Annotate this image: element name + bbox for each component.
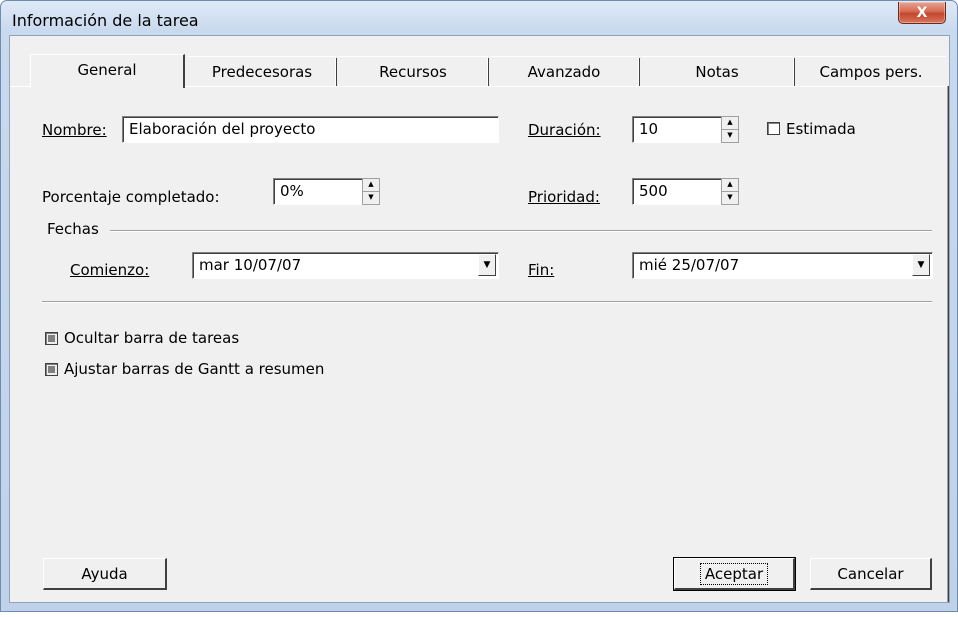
tab-label: General (77, 61, 137, 79)
dialog-window: Información de la tarea X General Predec… (0, 0, 958, 612)
duracion-label: Duración: (528, 121, 601, 139)
aceptar-button[interactable]: Aceptar (673, 557, 796, 591)
spin-down-icon[interactable]: ▼ (722, 192, 738, 205)
spin-up-icon[interactable]: ▲ (722, 117, 738, 130)
tab-label: Avanzado (527, 63, 601, 81)
section-divider (42, 301, 932, 303)
window-title: Información de la tarea (12, 11, 199, 30)
comienzo-label: Comienzo: (70, 261, 150, 279)
chevron-down-icon[interactable]: ▼ (912, 254, 930, 276)
panel-edge (947, 86, 949, 602)
close-icon: X (916, 4, 928, 21)
fechas-group-label: Fechas (47, 220, 99, 238)
duracion-input[interactable]: 10 (632, 116, 722, 143)
tab-label: Predecesoras (211, 63, 313, 81)
estimada-label: Estimada (786, 120, 856, 138)
fin-select[interactable]: mié 25/07/07 (632, 252, 933, 279)
nombre-input[interactable]: Elaboración del proyecto (122, 116, 499, 143)
ajustar-checkbox[interactable] (45, 363, 58, 376)
tab-recursos[interactable]: Recursos (338, 56, 488, 86)
tab-label: Recursos (379, 63, 447, 81)
prioridad-label: Prioridad: (528, 188, 600, 206)
spin-up-icon[interactable]: ▲ (722, 179, 738, 192)
porcentaje-spinner[interactable]: ▲ ▼ (362, 178, 380, 205)
aceptar-label: Aceptar (699, 563, 769, 585)
duracion-spinner[interactable]: ▲ ▼ (721, 116, 739, 143)
title-bar: Información de la tarea X (1, 1, 957, 35)
porcentaje-label: Porcentaje completado: (42, 188, 220, 206)
fin-label: Fin: (528, 261, 555, 279)
close-button[interactable]: X (898, 2, 946, 24)
dialog-client: General Predecesoras Recursos Avanzado N… (9, 35, 950, 603)
chevron-down-icon[interactable]: ▼ (478, 254, 496, 276)
tab-label: Campos pers. (819, 63, 923, 81)
tab-general[interactable]: General (30, 54, 185, 88)
prioridad-input[interactable]: 500 (632, 178, 722, 205)
tab-separator (487, 58, 489, 86)
ocultar-label: Ocultar barra de tareas (64, 329, 240, 347)
ajustar-label: Ajustar barras de Gantt a resumen (64, 360, 325, 378)
spin-down-icon[interactable]: ▼ (722, 130, 738, 143)
tab-label: Notas (695, 63, 739, 81)
prioridad-spinner[interactable]: ▲ ▼ (721, 178, 739, 205)
ocultar-checkbox[interactable] (45, 332, 58, 345)
comienzo-select[interactable]: mar 10/07/07 (192, 252, 499, 279)
tab-separator (638, 58, 640, 86)
tab-predecesoras[interactable]: Predecesoras (188, 56, 336, 86)
cancelar-button[interactable]: Cancelar (810, 558, 932, 590)
porcentaje-input[interactable]: 0% (273, 178, 363, 205)
tab-notas[interactable]: Notas (641, 56, 793, 86)
spin-up-icon[interactable]: ▲ (363, 179, 379, 192)
ayuda-button[interactable]: Ayuda (43, 558, 167, 590)
tab-separator (335, 58, 337, 86)
tab-separator (793, 58, 795, 86)
nombre-label: Nombre: (42, 121, 107, 139)
estimada-checkbox[interactable] (767, 122, 780, 135)
fechas-divider (110, 230, 932, 232)
tab-campos-pers[interactable]: Campos pers. (796, 56, 946, 86)
spin-down-icon[interactable]: ▼ (363, 192, 379, 205)
tab-avanzado[interactable]: Avanzado (490, 56, 638, 86)
